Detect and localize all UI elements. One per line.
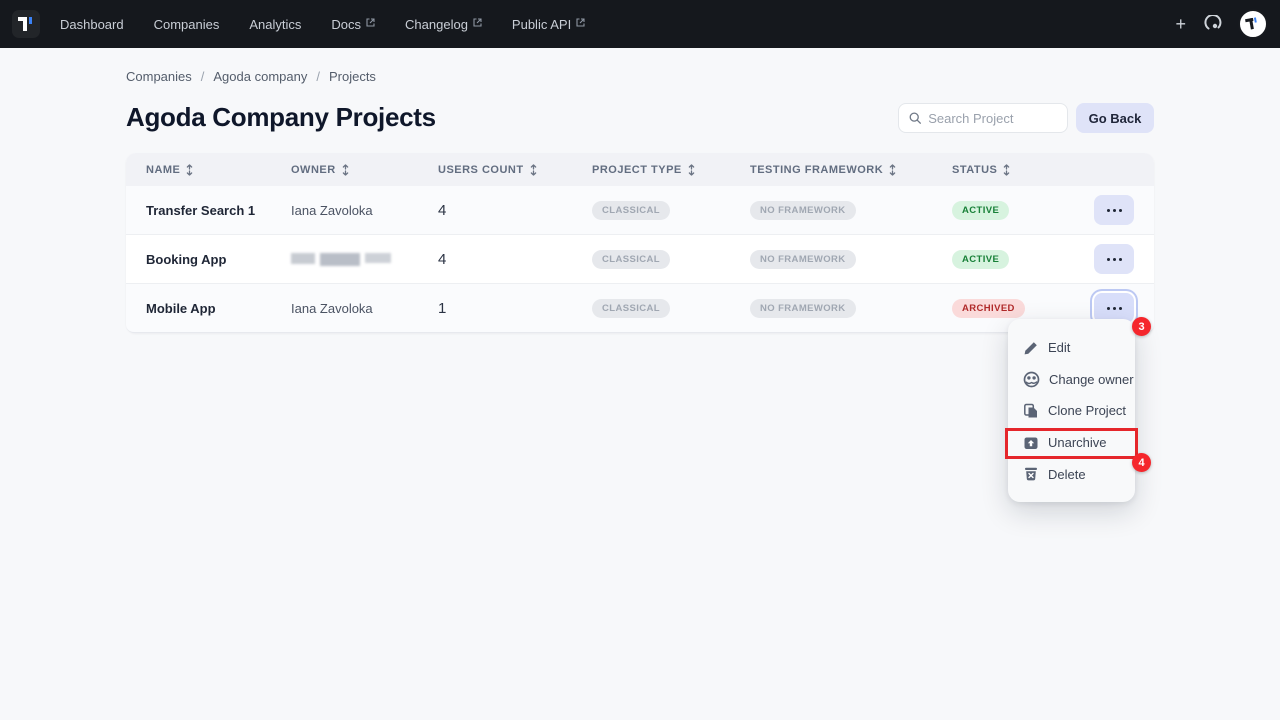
users-count: 1	[438, 300, 592, 317]
testing-framework-badge: NO FRAMEWORK	[750, 250, 856, 269]
logo-shape	[23, 17, 27, 31]
nav-item-changelog[interactable]: Changelog	[405, 17, 482, 32]
breadcrumb-separator: /	[201, 69, 205, 84]
row-actions-button[interactable]	[1094, 244, 1134, 274]
table-row: Booking App 4 CLASSICAL NO FRAMEWORK ACT…	[126, 235, 1154, 284]
pencil-icon	[1023, 340, 1039, 356]
external-link-icon	[366, 18, 375, 27]
column-header-name[interactable]: NAME	[146, 164, 291, 176]
testing-framework-badge: NO FRAMEWORK	[750, 201, 856, 220]
sort-icon	[888, 164, 897, 176]
trash-icon	[1023, 466, 1039, 482]
copy-icon	[1023, 403, 1039, 419]
nav-label: Public API	[512, 17, 571, 32]
breadcrumb-companies[interactable]: Companies	[126, 69, 192, 84]
menu-item-edit[interactable]: Edit	[1008, 332, 1135, 364]
top-navigation-bar: Dashboard Companies Analytics Docs Chang…	[0, 0, 1280, 48]
logo-accent	[29, 17, 32, 24]
annotation-highlight-unarchive	[1005, 428, 1138, 459]
column-header-testing-framework[interactable]: TESTING FRAMEWORK	[750, 164, 952, 176]
sort-icon	[341, 164, 350, 176]
nav-label: Changelog	[405, 17, 468, 32]
main-nav: Dashboard Companies Analytics Docs Chang…	[60, 17, 585, 32]
project-name[interactable]: Mobile App	[146, 301, 291, 316]
menu-item-delete[interactable]: Delete	[1008, 458, 1135, 490]
sort-icon	[185, 164, 194, 176]
table-row: Mobile App Iana Zavoloka 1 CLASSICAL NO …	[126, 284, 1154, 333]
table-row: Transfer Search 1 Iana Zavoloka 4 CLASSI…	[126, 186, 1154, 235]
feed-icon[interactable]	[1204, 15, 1223, 34]
sort-icon	[529, 164, 538, 176]
user-avatar[interactable]	[1238, 9, 1268, 39]
column-header-project-type[interactable]: PROJECT TYPE	[592, 164, 750, 176]
nav-item-dashboard[interactable]: Dashboard	[60, 17, 124, 32]
users-circle-icon	[1023, 371, 1040, 388]
menu-item-label: Clone Project	[1048, 403, 1126, 418]
menu-item-label: Edit	[1048, 340, 1070, 355]
annotation-step-badge-4: 4	[1132, 453, 1151, 472]
menu-item-clone-project[interactable]: Clone Project	[1008, 395, 1135, 427]
sort-icon	[1002, 164, 1011, 176]
status-badge: ARCHIVED	[952, 299, 1025, 318]
status-badge: ACTIVE	[952, 250, 1009, 269]
nav-label: Companies	[154, 17, 220, 32]
nav-item-analytics[interactable]: Analytics	[249, 17, 301, 32]
projects-table: NAME OWNER USERS COUNT PROJECT TYPE TEST…	[126, 153, 1154, 333]
menu-item-label: Change owner	[1049, 372, 1134, 387]
redacted-text-blocks	[291, 253, 391, 266]
column-header-owner[interactable]: OWNER	[291, 164, 438, 176]
column-header-users-count[interactable]: USERS COUNT	[438, 164, 592, 176]
users-count: 4	[438, 251, 592, 268]
nav-label: Docs	[331, 17, 361, 32]
row-actions-menu: Edit Change owner Clone Project Unarchiv…	[1008, 319, 1135, 502]
breadcrumb-agoda-company[interactable]: Agoda company	[213, 69, 307, 84]
avatar-logo	[1245, 16, 1261, 32]
search-project-box	[898, 103, 1068, 133]
menu-item-label: Delete	[1048, 467, 1086, 482]
project-name[interactable]: Transfer Search 1	[146, 203, 291, 218]
table-header-row: NAME OWNER USERS COUNT PROJECT TYPE TEST…	[126, 153, 1154, 186]
external-link-icon	[576, 18, 585, 27]
nav-item-docs[interactable]: Docs	[331, 17, 375, 32]
users-count: 4	[438, 202, 592, 219]
app-logo[interactable]	[12, 10, 40, 38]
external-link-icon	[473, 18, 482, 27]
project-type-badge: CLASSICAL	[592, 299, 670, 318]
search-icon	[909, 111, 921, 125]
status-badge: ACTIVE	[952, 201, 1009, 220]
breadcrumb-projects[interactable]: Projects	[329, 69, 376, 84]
project-owner: Iana Zavoloka	[291, 203, 438, 218]
nav-item-companies[interactable]: Companies	[154, 17, 220, 32]
row-actions-button[interactable]	[1094, 195, 1134, 225]
breadcrumb: Companies / Agoda company / Projects	[126, 69, 376, 84]
column-header-status[interactable]: STATUS	[952, 164, 1094, 176]
project-owner: Iana Zavoloka	[291, 301, 438, 316]
testing-framework-badge: NO FRAMEWORK	[750, 299, 856, 318]
nav-label: Dashboard	[60, 17, 124, 32]
project-owner-redacted	[291, 252, 438, 267]
page-title: Agoda Company Projects	[126, 102, 436, 133]
project-type-badge: CLASSICAL	[592, 201, 670, 220]
sort-icon	[687, 164, 696, 176]
add-icon[interactable]: +	[1172, 15, 1189, 33]
project-type-badge: CLASSICAL	[592, 250, 670, 269]
go-back-button[interactable]: Go Back	[1076, 103, 1154, 133]
project-name[interactable]: Booking App	[146, 252, 291, 267]
menu-item-change-owner[interactable]: Change owner	[1008, 364, 1135, 396]
breadcrumb-separator: /	[316, 69, 320, 84]
search-project-input[interactable]	[928, 111, 1057, 126]
annotation-step-badge-3: 3	[1132, 317, 1151, 336]
nav-label: Analytics	[249, 17, 301, 32]
topbar-actions: +	[1172, 0, 1268, 48]
nav-item-public-api[interactable]: Public API	[512, 17, 585, 32]
